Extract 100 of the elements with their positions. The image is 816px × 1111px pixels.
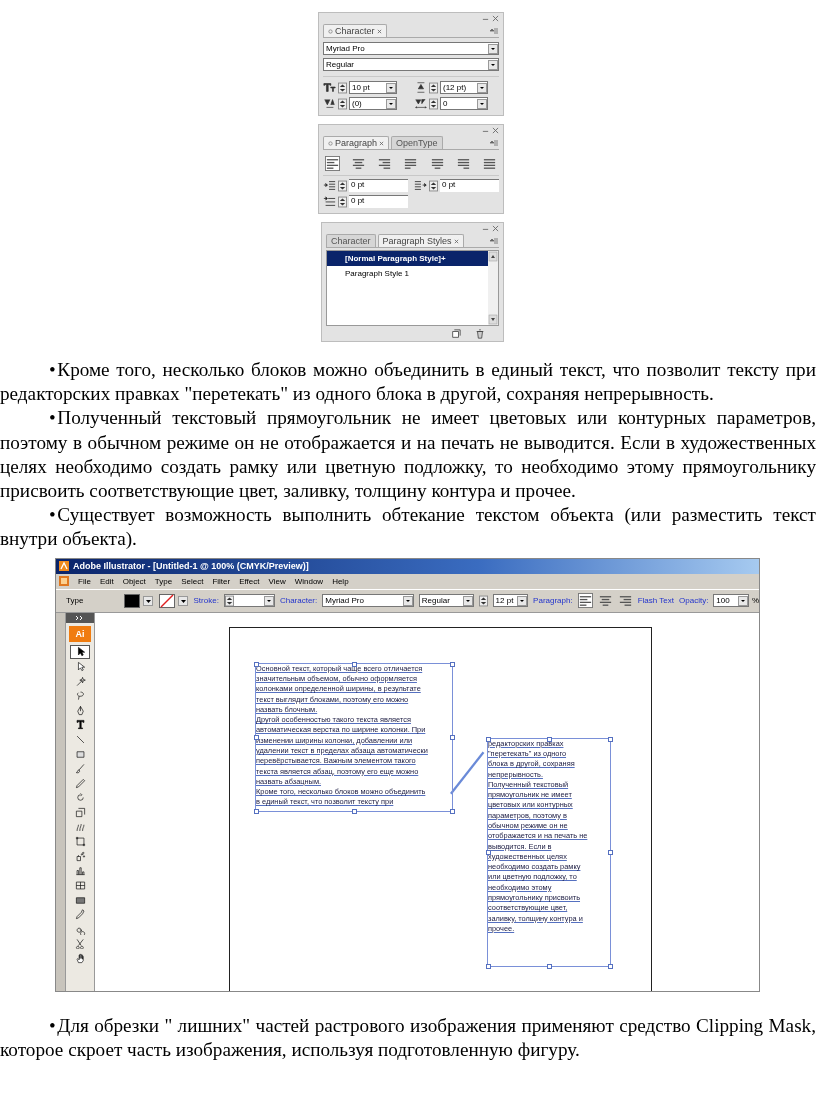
scrollbar[interactable] xyxy=(488,251,498,325)
tab-close-icon[interactable] xyxy=(453,238,459,244)
opacity-dropdown[interactable]: 100 xyxy=(713,594,749,608)
tool-button[interactable] xyxy=(70,644,90,660)
leading-icon xyxy=(414,81,427,94)
right-indent-field[interactable]: 0 pt xyxy=(440,179,499,192)
body-paragraph: •Существует возможность выполнить обтекание текстом объекта (или разместить текст внутри объекта). xyxy=(0,503,816,552)
stroke-swatch[interactable] xyxy=(158,593,189,608)
menu-item[interactable]: Window xyxy=(294,576,324,586)
app-badge: Ai xyxy=(69,625,91,642)
trash-icon[interactable] xyxy=(475,329,485,339)
align-button[interactable] xyxy=(481,156,497,171)
align-button[interactable] xyxy=(597,593,613,609)
character-link[interactable]: Character: xyxy=(279,596,318,606)
caret-icon xyxy=(402,595,413,606)
panel-menu-icon[interactable] xyxy=(489,139,499,147)
panel-tab[interactable]: Character xyxy=(323,24,387,37)
tab-close-icon[interactable] xyxy=(376,28,382,34)
leading-dropdown[interactable]: (12 pt) xyxy=(440,81,488,94)
menu-item[interactable]: Select xyxy=(181,576,204,586)
font-style-dropdown[interactable]: Regular xyxy=(418,594,474,608)
flash-text-link[interactable]: Flash Text xyxy=(637,596,674,606)
new-style-icon[interactable] xyxy=(451,329,461,339)
caret-icon xyxy=(517,595,528,606)
font-size-dropdown[interactable]: 10 pt xyxy=(349,81,397,94)
font-family-dropdown[interactable]: Myriad Pro xyxy=(322,594,414,608)
rectangle-icon xyxy=(74,748,86,760)
align-button[interactable] xyxy=(577,593,593,609)
stepper-button[interactable] xyxy=(478,594,488,607)
left-indent-field[interactable]: 0 pt xyxy=(349,179,408,192)
stepper-button[interactable] xyxy=(338,179,347,192)
stroke-weight-dropdown[interactable] xyxy=(223,594,275,608)
panel-tab[interactable]: Paragraph Styles xyxy=(377,234,464,247)
menu-item[interactable]: Object xyxy=(122,576,146,586)
menu-item[interactable]: Filter xyxy=(212,576,231,586)
align-button[interactable] xyxy=(617,593,633,609)
caret-icon xyxy=(477,82,487,93)
close-icon[interactable] xyxy=(492,225,499,232)
stroke-link[interactable]: Stroke: xyxy=(193,596,219,606)
text-frame[interactable] xyxy=(255,662,453,812)
align-button[interactable] xyxy=(403,156,419,171)
align-button[interactable] xyxy=(429,156,445,171)
panel-menu-icon[interactable] xyxy=(489,237,499,245)
font-family-dropdown[interactable]: Myriad Pro xyxy=(323,42,499,55)
stepper-button[interactable] xyxy=(338,97,347,110)
rotate-icon xyxy=(74,792,86,804)
panel-tab[interactable]: OpenType xyxy=(391,136,443,149)
style-list-item[interactable]: Paragraph Style 1 xyxy=(327,266,488,281)
panel-tab[interactable]: Paragraph xyxy=(323,136,390,149)
stepper-button[interactable] xyxy=(338,81,347,94)
align-button[interactable] xyxy=(351,156,367,171)
panel-menu-icon[interactable] xyxy=(489,27,499,35)
pencil-icon xyxy=(74,777,86,789)
stepper-icon xyxy=(224,594,234,607)
fill-swatch[interactable] xyxy=(123,593,154,608)
tracking-dropdown[interactable]: 0 xyxy=(440,97,488,110)
stepper-button[interactable] xyxy=(429,179,438,192)
menu-item[interactable]: Help xyxy=(332,576,349,586)
first-line-indent-icon xyxy=(323,195,336,208)
body-paragraph: •Полученный текстовый прямоугольник не имеет цветовых или контурных параметров, поэтому в обычном режиме он не отображается и на печать не выводится. Если в художественных целях необходимо создать рамку или цветную подложку, то необходимо этому прямоугольнику присвоить соответствующие цвет, заливку, толщину контура и прочее. xyxy=(0,406,816,503)
tool-name: Type xyxy=(66,596,85,606)
tab-close-icon[interactable] xyxy=(379,140,385,146)
paragraph-link[interactable]: Paragraph: xyxy=(533,596,573,606)
menu-item[interactable]: Edit xyxy=(99,576,114,586)
opacity-link[interactable]: Opacity: xyxy=(679,596,709,606)
menu-item[interactable]: Type xyxy=(154,576,173,586)
font-style-dropdown[interactable]: Regular xyxy=(323,58,499,71)
kerning-icon xyxy=(323,97,336,110)
align-button[interactable] xyxy=(377,156,393,171)
body-paragraph: •Для обрезки " лишних" частей растрового изображения применяют средство Clipping Mask, которое скроет часть изображения, используя подготовленную фигуру. xyxy=(0,1013,816,1062)
double-chevron-icon[interactable] xyxy=(66,612,94,623)
menu-item[interactable]: View xyxy=(268,576,286,586)
bar-graph-icon xyxy=(74,865,86,877)
caret-icon xyxy=(386,98,396,109)
grip-icon xyxy=(328,140,333,146)
font-size-dropdown[interactable]: 12 pt xyxy=(492,594,529,608)
caret-icon xyxy=(462,595,473,606)
text-frame[interactable] xyxy=(487,737,611,967)
right-indent-icon xyxy=(414,179,427,192)
grip-icon xyxy=(328,28,333,34)
caret-icon xyxy=(386,82,396,93)
style-list-item[interactable]: [Normal Paragraph Style]+ xyxy=(327,251,488,266)
font-size-icon xyxy=(323,81,336,94)
align-button[interactable] xyxy=(325,156,340,171)
stepper-button[interactable] xyxy=(338,195,347,208)
panel-tab[interactable]: Character xyxy=(326,234,376,247)
left-indent-icon xyxy=(323,179,336,192)
close-icon[interactable] xyxy=(492,15,499,22)
caret-icon xyxy=(737,595,748,606)
stepper-button[interactable] xyxy=(429,97,438,110)
close-icon[interactable] xyxy=(492,127,499,134)
menu-item[interactable]: Effect xyxy=(239,576,260,586)
align-button[interactable] xyxy=(455,156,471,171)
caret-icon xyxy=(488,59,498,70)
scissors-icon xyxy=(74,938,86,950)
stepper-button[interactable] xyxy=(429,81,438,94)
window-title: Adobe Illustrator - [Untitled-1 @ 100% (CMYK/Preview)] xyxy=(73,561,309,572)
kerning-dropdown[interactable]: (0) xyxy=(349,97,397,110)
first-line-indent-field[interactable]: 0 pt xyxy=(349,195,408,208)
menu-item[interactable]: File xyxy=(78,576,91,586)
